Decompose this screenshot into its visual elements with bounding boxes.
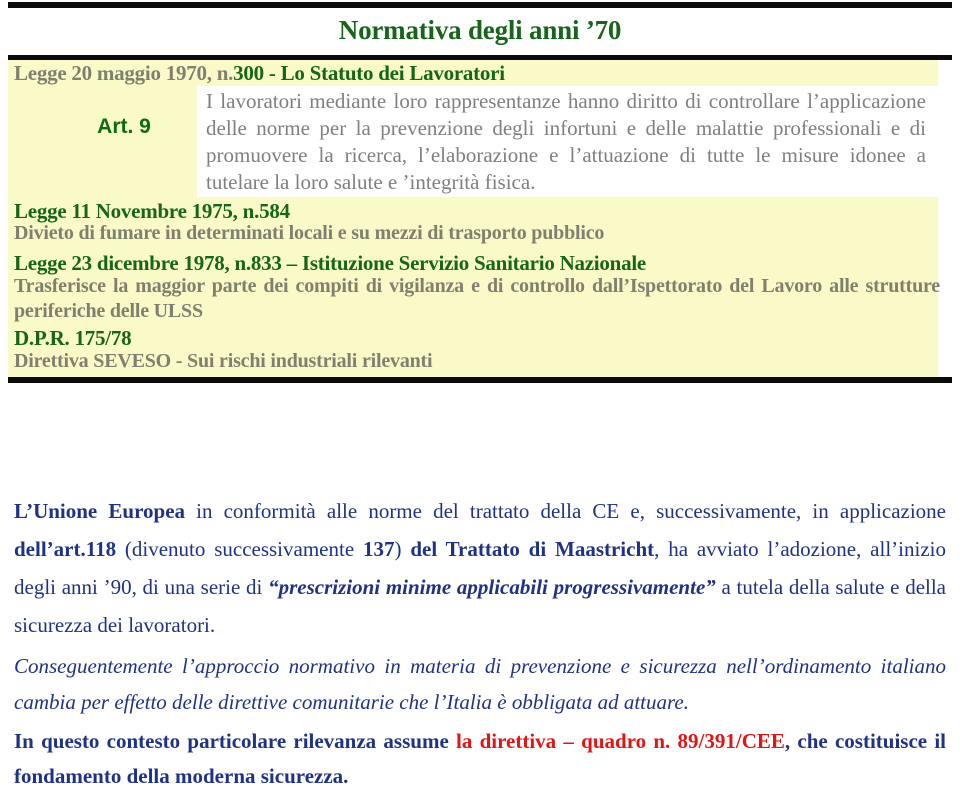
law-584-heading-prefix: Legge 11 Novembre 1975, n. — [14, 199, 260, 223]
p1-seg-6: ) — [394, 537, 411, 561]
law-584-heading-suffix: 584 — [259, 199, 290, 223]
body-paragraph-3: In questo contesto particolare rilevanza… — [14, 724, 946, 794]
p1-seg-4: (divenuto successivamente — [116, 537, 363, 561]
body-paragraph-2: Conseguentemente l’approccio normativo i… — [14, 654, 946, 714]
law-584-subtitle: Divieto di fumare in determinati locali … — [14, 222, 605, 244]
p1-seg-1: L’Unione Europea — [14, 499, 186, 523]
dpr-175-heading: D.P.R. 175/78 — [14, 326, 132, 350]
law-300-heading: Legge 20 maggio 1970, n.300 - Lo Statuto… — [14, 61, 505, 86]
law-833-subtitle-line-1: Trasferisce la maggior parte dei compiti… — [14, 275, 755, 297]
p1-seg-9: “prescrizioni minime applicabili progres… — [268, 575, 716, 599]
dpr-175-subtitle: Direttiva SEVESO - Sui rischi industrial… — [14, 350, 433, 372]
quote-line-1: I lavoratori mediante loro rappresentanz… — [206, 89, 800, 113]
body-paragraph-1: L’Unione Europea in conformità alle norm… — [14, 492, 946, 644]
p1-seg-3: dell’art.118 — [14, 537, 117, 561]
p1-seg-5: 137 — [362, 537, 395, 561]
p3-directive-highlight: la direttiva – quadro n. 89/391/CEE — [456, 729, 785, 753]
law-300-heading-prefix: Legge 20 maggio 1970, n. — [14, 61, 234, 85]
article-label-art9: Art. 9 — [97, 115, 151, 138]
page-title-text: Normativa degli anni ’70 — [338, 14, 622, 45]
law-833-heading: Legge 23 dicembre 1978, n.833 – Istituzi… — [14, 251, 646, 275]
divider-bottom — [8, 377, 952, 383]
slide-root: Normativa degli anni ’70 Legge 20 maggio… — [0, 0, 960, 792]
p3-seg-1: In questo contesto particolare rilevanza… — [14, 729, 457, 753]
page-title: Normativa degli anni ’70 — [0, 8, 960, 52]
law-584-heading: Legge 11 Novembre 1975, n.584 — [14, 199, 290, 224]
law-300-heading-suffix: 300 - Lo Statuto dei Lavoratori — [233, 61, 505, 85]
law-833-subtitle: Trasferisce la maggior parte dei compiti… — [14, 274, 940, 324]
p1-seg-7: del Trattato di Maastricht — [410, 537, 655, 561]
body-copy: L’Unione Europea in conformità alle norm… — [14, 492, 946, 794]
p1-seg-2: in conformità alle norme del trattato de… — [185, 499, 946, 523]
law-300-quote: I lavoratori mediante loro rappresentanz… — [206, 88, 926, 196]
